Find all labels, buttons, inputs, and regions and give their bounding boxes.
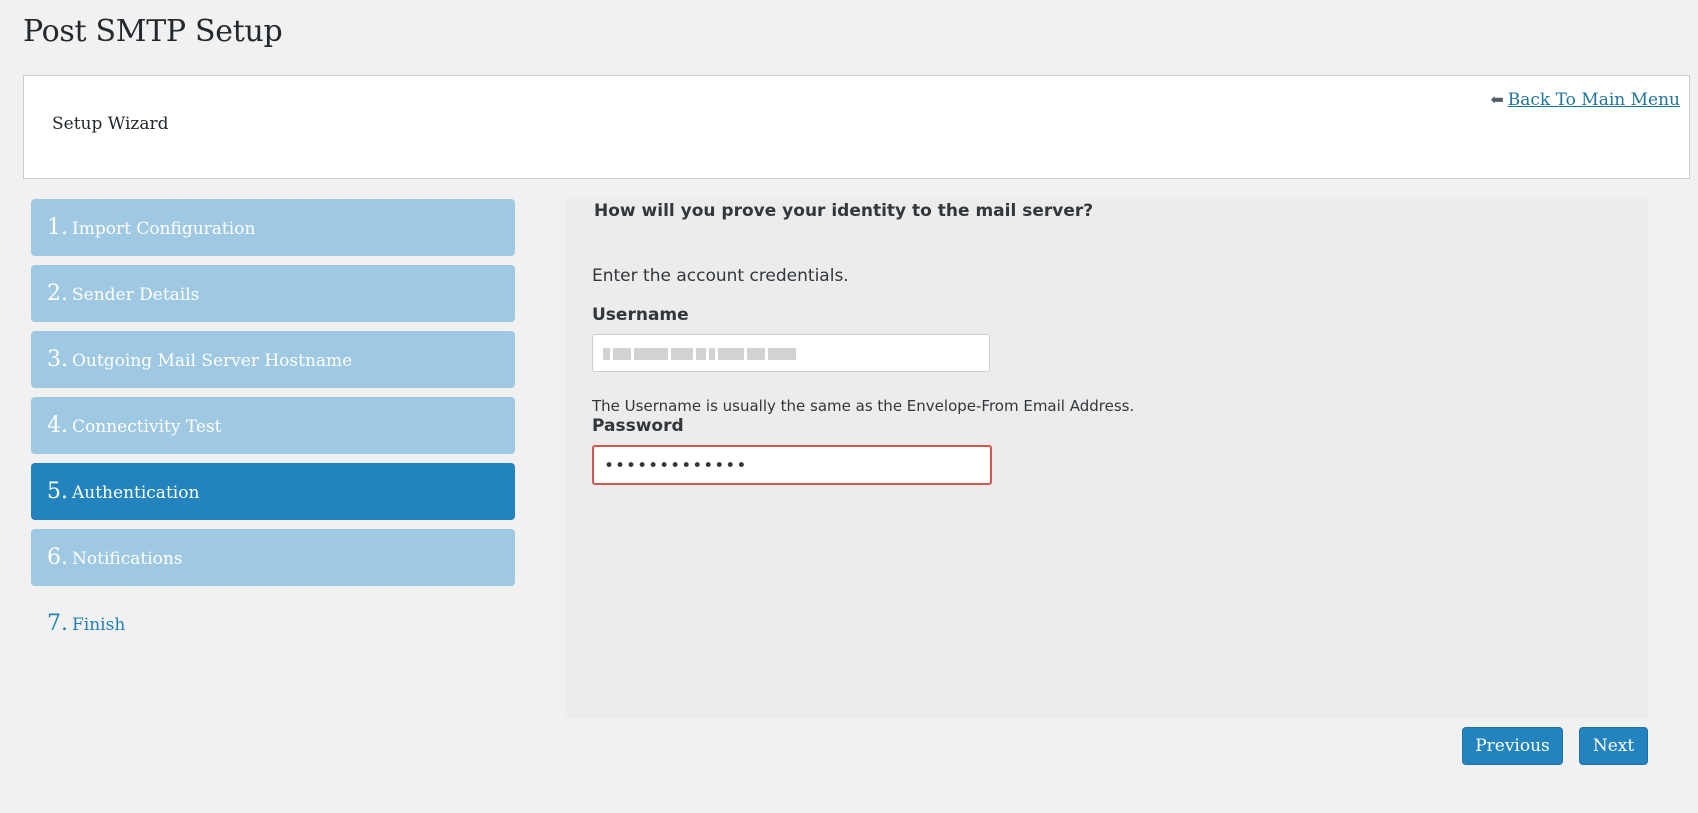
step-finish[interactable]: 7. Finish [31,595,515,652]
step-number: 7. [47,611,68,636]
auth-question: How will you prove your identity to the … [594,201,1094,221]
password-label: Password [592,416,684,436]
step-outgoing-mail-server-hostname[interactable]: 3. Outgoing Mail Server Hostname [31,331,515,388]
step-label: Connectivity Test [72,416,222,437]
back-to-main-menu-link[interactable]: ⬅ Back To Main Menu [1490,90,1680,110]
authentication-panel: How will you prove your identity to the … [565,199,1648,718]
step-label: Import Configuration [72,218,256,239]
step-notifications[interactable]: 6. Notifications [31,529,515,586]
step-authentication[interactable]: 5. Authentication [31,463,515,520]
wizard-steps: 1. Import Configuration 2. Sender Detail… [31,199,515,661]
step-number: 6. [47,545,68,570]
step-sender-details[interactable]: 2. Sender Details [31,265,515,322]
step-number: 3. [47,347,68,372]
left-arrow-icon: ⬅ [1490,90,1504,109]
step-connectivity-test[interactable]: 4. Connectivity Test [31,397,515,454]
redacted-username [603,348,796,360]
password-input[interactable]: ••••••••••••• [592,445,992,485]
step-label: Sender Details [72,284,200,305]
username-input[interactable] [592,334,990,372]
step-label: Notifications [72,548,183,569]
setup-wizard-header: Setup Wizard ⬅ Back To Main Menu [23,75,1690,179]
step-number: 1. [47,215,68,240]
back-to-main-menu-label: Back To Main Menu [1507,90,1680,110]
username-help-text: The Username is usually the same as the … [592,397,1135,415]
next-button[interactable]: Next [1579,727,1648,765]
step-number: 5. [47,479,68,504]
step-label: Authentication [72,482,200,503]
step-label: Outgoing Mail Server Hostname [72,350,353,371]
step-number: 2. [47,281,68,306]
step-label: Finish [72,614,126,635]
step-import-configuration[interactable]: 1. Import Configuration [31,199,515,256]
page-title: Post SMTP Setup [23,14,283,49]
username-label: Username [592,305,689,325]
setup-wizard-label: Setup Wizard [52,114,169,134]
step-number: 4. [47,413,68,438]
password-value: ••••••••••••• [604,456,748,476]
previous-button[interactable]: Previous [1462,727,1563,765]
auth-intro: Enter the account credentials. [592,266,849,286]
